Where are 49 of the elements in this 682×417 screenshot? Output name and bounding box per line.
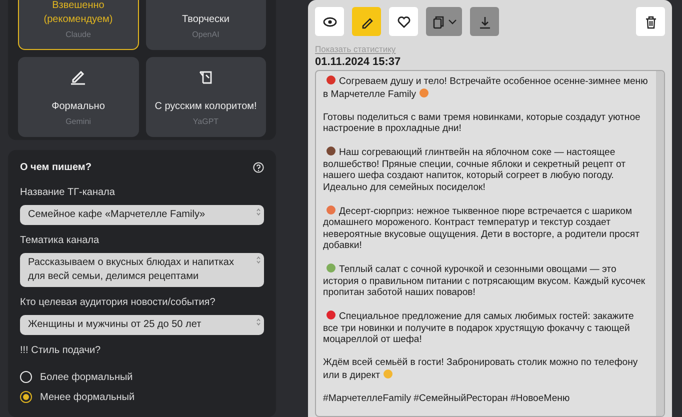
view-button[interactable] [315,7,344,36]
post-paragraph: #МарчетеллеFamily #СемейныйРесторан #НовоеМеню [323,392,571,404]
text-field[interactable]: Женщины и мужчины от 25 до 50 лет [20,315,264,335]
post-paragraph: Согреваем душу и тело! Встречайте особенное осенне-зимнее меню в Марчетелле Family [323,75,649,100]
caret-icon [448,18,457,24]
delete-button[interactable] [636,7,665,36]
text-field[interactable]: Рассказываем о вкусных блюдах и напитках для весй семьи, делимся рецептами [20,253,264,287]
copy-button[interactable] [426,7,462,36]
copy-icon [431,14,445,28]
scrollbar[interactable] [656,71,664,416]
model-name: Claude [66,30,91,39]
card-title: Взвешенно (рекомендуем) [42,0,114,27]
option-label[interactable]: Менее формальный [40,392,135,402]
style-card[interactable]: Взвешенно (рекомендуем) Claude [18,0,138,50]
section-title: О чем пишем? [20,162,92,173]
card-title: Формально [52,100,105,114]
field-label: Название ТГ-канала [20,187,116,198]
post-text-area[interactable] [315,70,665,417]
model-name: Gemini [66,117,91,126]
model-name: OpenAI [192,30,220,39]
card-title: С русским колоритом! [154,100,257,114]
eye-icon [322,14,336,28]
help-icon[interactable] [253,162,264,173]
field-label: Кто целевая аудитория новости/события? [20,297,216,308]
text-field[interactable]: Семейное кафе «Марчетелле Family» [20,205,264,225]
edit-button[interactable] [352,7,381,36]
post-paragraph: Теплый салат с сочной курочкой и сезонными овощами — это история о правильном питании с потрясающим вкусом. Каждый кусочек пропитан заботой наших поваров! [323,263,646,298]
download-icon [478,14,492,28]
post-paragraph: Наш согревающий глинтвейн на яблочном соке — настоящее волшебство! Пряные специи, сочные яблоки и секретный рецепт от нашего шефа создают напиток, который согреет в любую погоду. Идеально для семейных посиделок! [323,146,626,193]
style-card[interactable]: Формально Gemini [18,57,138,137]
post-paragraph: Ждём всей семьёй в гости! Забронировать столик можно по телефону или в директ [323,357,639,381]
trash-icon [644,14,658,28]
card-title: Творчески [182,13,230,27]
model-name: YaGPT [192,117,219,126]
like-button[interactable] [389,7,418,36]
radio-button[interactable] [20,391,32,403]
post-paragraph: Специальное предложение для самых любимых гостей: закажите все три новинки и получите в подарок хрустящую фокаччу с тающей моцареллой от шефа! [323,310,635,346]
scroll-icon [198,69,214,85]
post-paragraph: Готовы поделиться с вами тремя новинками, которые создадут уютное настроение в прохладные дни! [323,112,642,134]
pen-icon [70,69,86,85]
style-card[interactable]: Творчески OpenAI [146,0,266,50]
heart-icon [396,14,410,28]
download-button[interactable] [470,7,499,36]
post-date: 01.11.2024 15:37 [315,56,402,68]
style-card[interactable]: С русским колоритом! YaGPT [146,57,266,137]
option-label[interactable]: Более формальный [40,372,133,382]
field-label: Тематика канала [20,235,100,246]
post-paragraph: Десерт-сюрприз: нежное тыквенное пюре встречается с шариком домашнего мороженого. Контраст температур и текстур создает невероятные вкусовые ощущения. Дети в восторге, а родители просят добавки! [323,204,640,252]
question-label: !!! Стиль подачи? [20,345,102,356]
